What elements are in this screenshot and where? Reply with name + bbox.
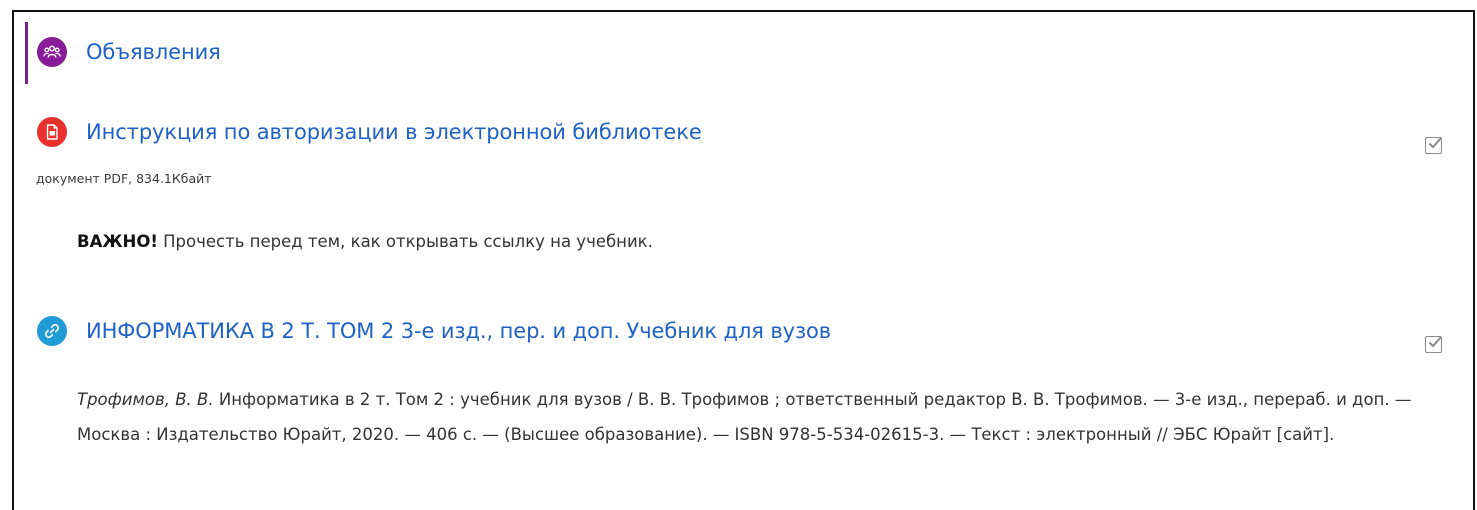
file-info: документ PDF, 834.1Кбайт <box>36 171 212 186</box>
forum-icon <box>37 37 67 67</box>
citation-author: Трофимов, В. В. <box>77 390 214 409</box>
note-emphasis: ВАЖНО! <box>77 232 158 251</box>
link-icon <box>37 316 67 346</box>
section-title[interactable]: Объявления <box>86 40 221 64</box>
resource-description: ВАЖНО! Прочесть перед тем, как открывать… <box>77 232 653 251</box>
citation-text: Информатика в 2 т. Том 2 : учебник для в… <box>77 390 1412 444</box>
resource-pdf-link[interactable]: Инструкция по авторизации в электронной … <box>37 117 702 147</box>
resource-title[interactable]: ИНФОРМАТИКА В 2 Т. ТОМ 2 3-е изд., пер. … <box>86 319 831 343</box>
bibliographic-citation: Трофимов, В. В. Информатика в 2 т. Том 2… <box>77 382 1467 452</box>
completion-checkbox[interactable] <box>1425 137 1442 154</box>
announcements-forum-link[interactable]: Объявления <box>37 37 221 67</box>
resource-url-link[interactable]: ИНФОРМАТИКА В 2 Т. ТОМ 2 3-е изд., пер. … <box>37 316 831 346</box>
completion-checkbox[interactable] <box>1425 336 1442 353</box>
pdf-icon <box>37 117 67 147</box>
note-text: Прочесть перед тем, как открывать ссылку… <box>157 232 653 251</box>
section-accent-bar <box>25 22 28 84</box>
resource-title[interactable]: Инструкция по авторизации в электронной … <box>86 120 702 144</box>
